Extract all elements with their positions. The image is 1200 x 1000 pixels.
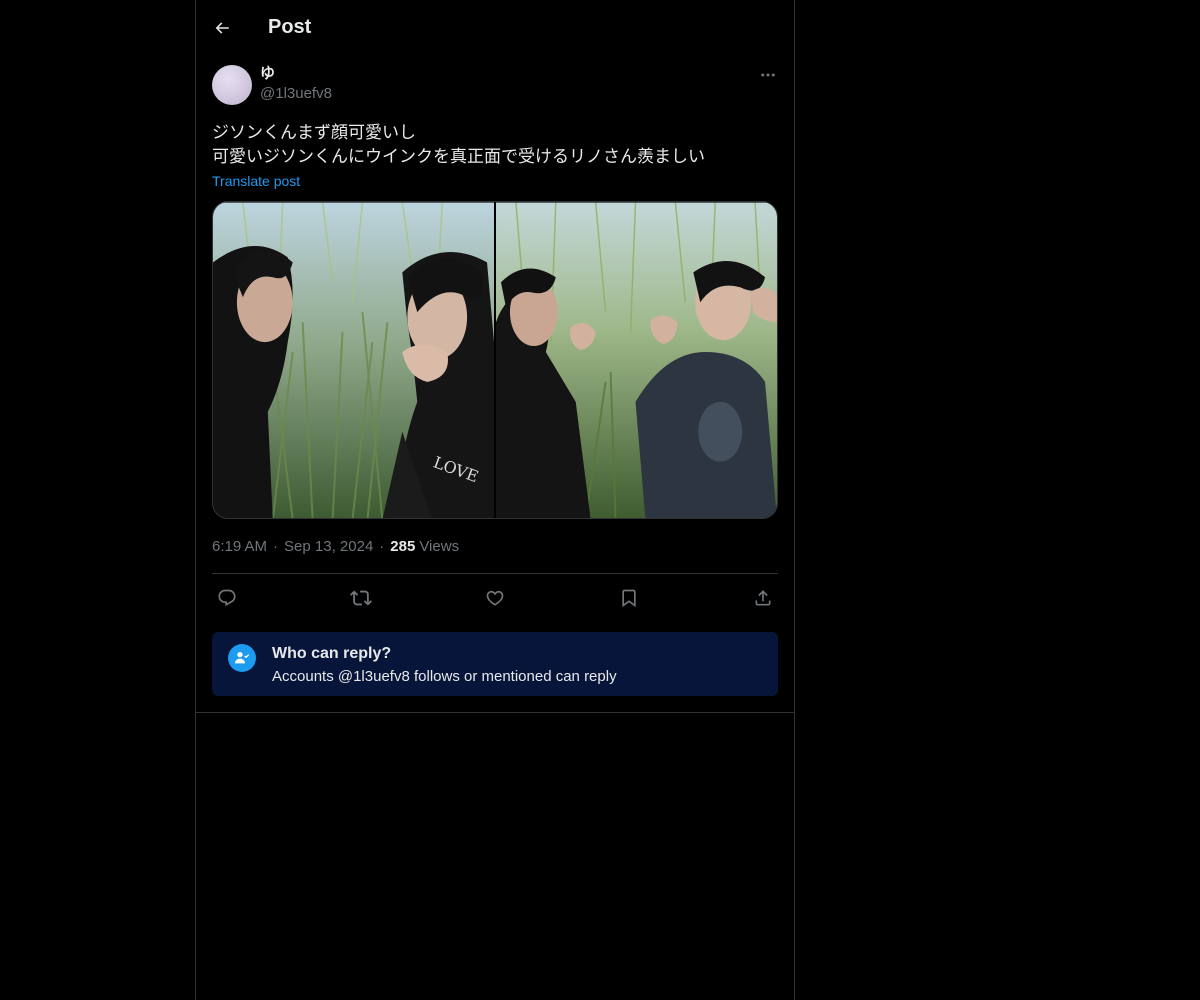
share-button[interactable]	[752, 587, 774, 609]
page-title: Post	[268, 16, 312, 38]
arrow-left-icon	[215, 21, 229, 34]
avatar[interactable]	[212, 65, 252, 105]
share-upload-icon	[755, 590, 771, 606]
bookmark-icon	[622, 589, 636, 608]
author-display-name[interactable]: ゆ	[260, 65, 332, 83]
reply-bubble-icon	[218, 589, 236, 607]
media-photo-right[interactable]	[496, 202, 777, 519]
post-media[interactable]: LOVE	[212, 201, 778, 519]
separator-dot: ·	[273, 538, 279, 555]
views-count: 285	[390, 538, 416, 555]
author-row: ゆ @1l3uefv8	[212, 65, 778, 105]
post-meta: 6:19 AM · Sep 13, 2024 · 285 Views	[212, 537, 778, 557]
who-can-reply-notice: Who can reply? Accounts @1l3uefv8 follow…	[212, 632, 778, 696]
more-options-button[interactable]	[758, 65, 778, 85]
like-button[interactable]	[484, 587, 506, 609]
post-date[interactable]: Sep 13, 2024	[284, 537, 373, 557]
divider	[196, 712, 794, 713]
separator-dot: ·	[379, 538, 385, 555]
who-can-reply-subtitle: Accounts @1l3uefv8 follows or mentioned …	[272, 668, 617, 685]
more-horizontal-icon	[761, 73, 775, 77]
translate-post-link[interactable]: Translate post	[212, 171, 300, 191]
author-info: ゆ @1l3uefv8	[260, 65, 332, 105]
action-bar	[212, 574, 778, 622]
post: ゆ @1l3uefv8 ジソンくんまず顔可愛いし 可愛いジソンくんにウインクを真…	[196, 65, 794, 696]
author-handle[interactable]: @1l3uefv8	[260, 83, 332, 105]
person-check-icon-glyph	[235, 652, 250, 664]
back-button[interactable]	[212, 18, 232, 38]
post-time[interactable]: 6:19 AM	[212, 537, 267, 557]
post-text: ジソンくんまず顔可愛いし 可愛いジソンくんにウインクを真正面で受けるリノさん羨ま…	[212, 121, 778, 169]
media-photo-left[interactable]: LOVE	[213, 202, 494, 519]
heart-icon	[486, 590, 504, 606]
who-can-reply-title: Who can reply?	[272, 645, 392, 662]
reply-button[interactable]	[216, 587, 238, 609]
person-check-icon	[228, 644, 256, 672]
post-text-line: ジソンくんまず顔可愛いし	[212, 123, 416, 142]
bookmark-button[interactable]	[618, 587, 640, 609]
repost-icon	[350, 590, 372, 606]
repost-button[interactable]	[350, 587, 372, 609]
who-can-reply-text: Who can reply? Accounts @1l3uefv8 follow…	[272, 644, 617, 688]
views-label: Views	[419, 538, 460, 555]
page-header: Post	[196, 0, 794, 55]
main-column: Post ゆ @1l3uefv8 ジソンくんまず顔可愛いし 可愛いジソンくんにウ…	[195, 0, 795, 1000]
post-text-line: 可愛いジソンくんにウインクを真正面で受けるリノさん羨ましい	[212, 147, 705, 166]
